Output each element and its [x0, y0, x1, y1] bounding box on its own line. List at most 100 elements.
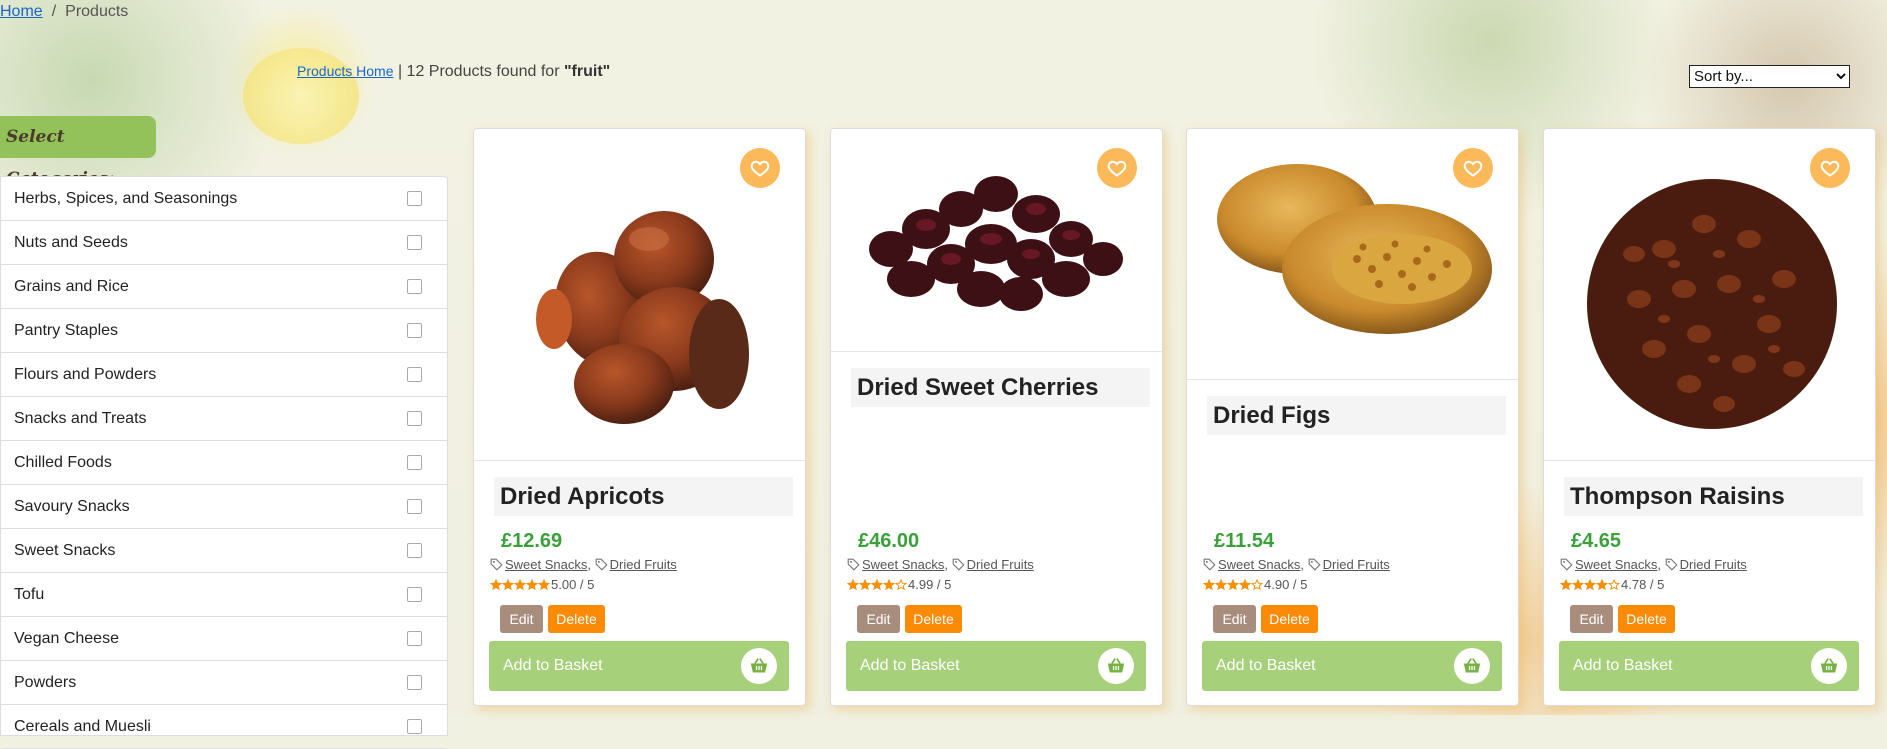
- tag-link-sweet-snacks[interactable]: Sweet Snacks: [1575, 557, 1657, 572]
- category-label: Grains and Rice: [14, 277, 129, 295]
- favorite-button[interactable]: [1810, 148, 1850, 188]
- category-item-tofu[interactable]: Tofu: [1, 573, 447, 617]
- heart-icon: [1107, 160, 1127, 177]
- tag-icon: [1203, 558, 1216, 571]
- edit-button[interactable]: Edit: [500, 605, 543, 633]
- product-title[interactable]: Thompson Raisins: [1564, 477, 1863, 516]
- category-item-pantry[interactable]: Pantry Staples: [1, 309, 447, 353]
- category-label: Powders: [14, 673, 77, 691]
- add-to-basket-button[interactable]: Add to Basket: [1202, 641, 1502, 691]
- category-item-savoury[interactable]: Savoury Snacks: [1, 485, 447, 529]
- results-summary: Products Home | 12 Products found for "f…: [297, 63, 610, 81]
- category-checkbox[interactable]: [407, 323, 422, 338]
- category-label: Pantry Staples: [14, 321, 119, 339]
- basket-icon-circle: [1811, 648, 1847, 684]
- product-tags: Sweet Snacks , Dried Fruits: [1560, 557, 1747, 572]
- products-home-link[interactable]: Products Home: [297, 63, 393, 79]
- edit-button[interactable]: Edit: [1213, 605, 1256, 633]
- category-label: Snacks and Treats: [14, 409, 147, 427]
- tag-link-dried-fruits[interactable]: Dried Fruits: [1680, 557, 1747, 572]
- delete-button[interactable]: Delete: [905, 605, 962, 633]
- tag-icon: [1308, 558, 1321, 571]
- sort-select[interactable]: Sort by...: [1689, 65, 1850, 88]
- breadcrumb-separator: /: [51, 3, 57, 20]
- category-item-powders[interactable]: Powders: [1, 661, 447, 705]
- add-to-basket-label: Add to Basket: [860, 657, 960, 674]
- category-checkbox[interactable]: [407, 543, 422, 558]
- category-item-herbs[interactable]: Herbs, Spices, and Seasonings: [1, 177, 447, 221]
- product-image-area: [831, 129, 1162, 352]
- category-checkbox[interactable]: [407, 631, 422, 646]
- breadcrumb-home-link[interactable]: Home: [0, 3, 43, 20]
- category-checkbox[interactable]: [407, 235, 422, 250]
- category-checkbox[interactable]: [407, 367, 422, 382]
- favorite-button[interactable]: [1453, 148, 1493, 188]
- category-checkbox[interactable]: [407, 587, 422, 602]
- category-item-sweet[interactable]: Sweet Snacks: [1, 529, 447, 573]
- category-label: Vegan Cheese: [14, 629, 119, 647]
- tag-link-sweet-snacks[interactable]: Sweet Snacks: [1218, 557, 1300, 572]
- category-item-flours[interactable]: Flours and Powders: [1, 353, 447, 397]
- breadcrumb-current: Products: [65, 3, 129, 20]
- delete-button[interactable]: Delete: [1261, 605, 1318, 633]
- basket-icon: [1820, 658, 1838, 673]
- tag-link-dried-fruits[interactable]: Dried Fruits: [610, 557, 677, 572]
- category-item-cereals[interactable]: Cereals and Muesli: [1, 705, 447, 749]
- star-rating: [1560, 578, 1620, 591]
- category-label: Chilled Foods: [14, 453, 112, 471]
- add-to-basket-label: Add to Basket: [503, 657, 603, 674]
- favorite-button[interactable]: [1097, 148, 1137, 188]
- category-item-snacks-treats[interactable]: Snacks and Treats: [1, 397, 447, 441]
- tag-link-sweet-snacks[interactable]: Sweet Snacks: [505, 557, 587, 572]
- tag-icon: [952, 558, 965, 571]
- category-checkbox[interactable]: [407, 279, 422, 294]
- tag-link-sweet-snacks[interactable]: Sweet Snacks: [862, 557, 944, 572]
- tag-separator: ,: [587, 557, 591, 572]
- star-filled-icon: [1560, 578, 1572, 590]
- basket-icon: [1463, 658, 1481, 673]
- category-item-nuts[interactable]: Nuts and Seeds: [1, 221, 447, 265]
- category-label: Flours and Powders: [14, 365, 157, 383]
- delete-button[interactable]: Delete: [548, 605, 605, 633]
- star-filled-icon: [1227, 578, 1239, 590]
- product-title[interactable]: Dried Apricots: [494, 477, 793, 516]
- tag-link-dried-fruits[interactable]: Dried Fruits: [1323, 557, 1390, 572]
- product-price: £12.69: [501, 530, 563, 552]
- product-card: Dried Figs £11.54 Sweet Snacks , Dried F…: [1186, 128, 1519, 706]
- add-to-basket-button[interactable]: Add to Basket: [846, 641, 1146, 691]
- product-image-area: [1187, 129, 1518, 380]
- results-count: | 12 Products found for: [397, 63, 564, 80]
- category-checkbox[interactable]: [407, 499, 422, 514]
- product-title[interactable]: Dried Figs: [1207, 396, 1506, 435]
- add-to-basket-button[interactable]: Add to Basket: [1559, 641, 1859, 691]
- product-title[interactable]: Dried Sweet Cherries: [851, 368, 1150, 407]
- category-heading: Select Categories:: [0, 116, 156, 189]
- rating-text: 4.99 / 5: [908, 577, 952, 592]
- category-label: Savoury Snacks: [14, 497, 130, 515]
- category-checkbox[interactable]: [407, 719, 422, 734]
- star-filled-icon: [859, 578, 871, 590]
- add-to-basket-button[interactable]: Add to Basket: [489, 641, 789, 691]
- star-filled-icon: [1572, 578, 1584, 590]
- edit-button[interactable]: Edit: [857, 605, 900, 633]
- heart-icon: [1820, 160, 1840, 177]
- category-checkbox[interactable]: [407, 675, 422, 690]
- star-rating: [490, 578, 550, 591]
- edit-button[interactable]: Edit: [1570, 605, 1613, 633]
- heart-icon: [750, 160, 770, 177]
- product-price: £4.65: [1571, 530, 1622, 552]
- star-filled-icon: [1239, 578, 1251, 590]
- delete-button[interactable]: Delete: [1618, 605, 1675, 633]
- category-checkbox[interactable]: [407, 455, 422, 470]
- tag-icon: [847, 558, 860, 571]
- tag-link-dried-fruits[interactable]: Dried Fruits: [967, 557, 1034, 572]
- product-image-area: [474, 129, 805, 461]
- basket-icon: [750, 658, 768, 673]
- category-checkbox[interactable]: [407, 191, 422, 206]
- category-item-grains[interactable]: Grains and Rice: [1, 265, 447, 309]
- favorite-button[interactable]: [740, 148, 780, 188]
- category-checkbox[interactable]: [407, 411, 422, 426]
- category-item-chilled[interactable]: Chilled Foods: [1, 441, 447, 485]
- category-item-vegan-cheese[interactable]: Vegan Cheese: [1, 617, 447, 661]
- category-list: Herbs, Spices, and Seasonings Nuts and S…: [0, 176, 448, 749]
